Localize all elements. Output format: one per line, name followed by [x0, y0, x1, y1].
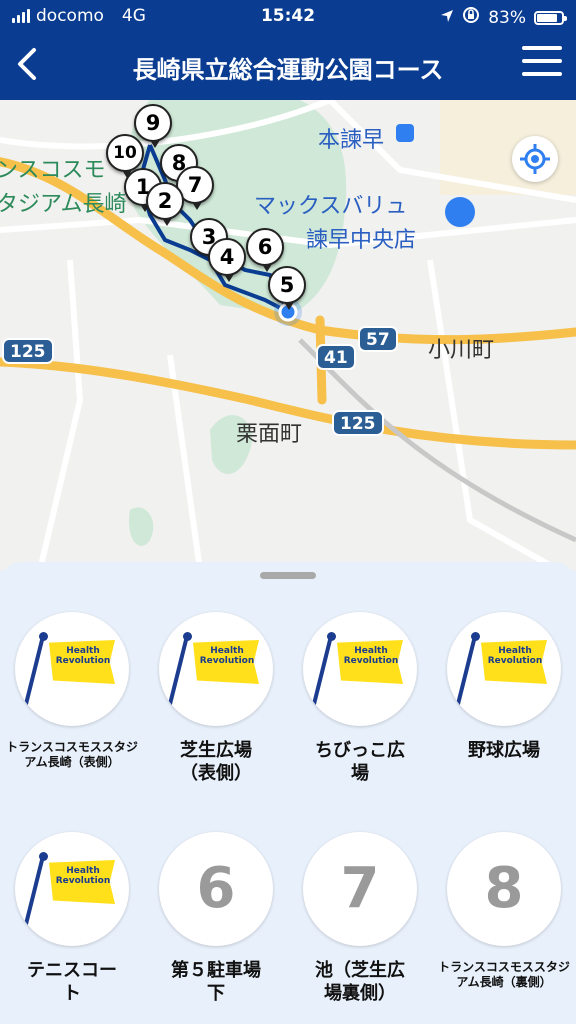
status-right: 83%: [440, 6, 567, 29]
map-label-stadium-2: タジアム長崎: [0, 192, 127, 217]
course-pin-10[interactable]: 10: [106, 134, 144, 178]
spot-flag-circle: Health Revolution: [15, 612, 129, 726]
spot-flag-circle: Health Revolution: [303, 612, 417, 726]
battery-percent: 83%: [488, 7, 526, 28]
spot-flag-circle: Health Revolution: [15, 832, 129, 946]
map-label-maxvalu-1: マックスバリュ: [254, 194, 408, 219]
spot-number: 7: [340, 856, 380, 921]
back-button[interactable]: [8, 42, 48, 86]
course-pin-2[interactable]: 2: [146, 182, 184, 226]
spot-item[interactable]: Health Revolution 芝生広場（表側）: [144, 612, 288, 785]
hamburger-menu-icon: [522, 46, 562, 76]
spot-number: 8: [484, 856, 524, 921]
spot-item[interactable]: 8 トランスコスモススタジアム長崎（裏側）: [432, 832, 576, 990]
spot-number-circle: 8: [447, 832, 561, 946]
spot-label: 池（芝生広場裏側）: [315, 960, 405, 1004]
map-label-ogawa: 小川町: [428, 338, 495, 363]
health-revolution-flag-icon: Health Revolution: [23, 632, 119, 708]
chevron-left-icon: [18, 48, 36, 80]
map-label-stadium-1: ンスコスモ: [0, 158, 106, 183]
spot-label: ちびっこ広場: [315, 740, 405, 784]
spot-item[interactable]: 6 第５駐車場下: [144, 832, 288, 1005]
map-label-honisahaya: 本諫早: [318, 128, 385, 153]
spot-label: 芝生広場（表側）: [180, 740, 252, 784]
spot-label: トランスコスモススタジアム長崎（表側）: [6, 740, 138, 769]
spot-label: トランスコスモススタジアム長崎（裏側）: [438, 960, 570, 989]
course-pin-4[interactable]: 4: [208, 238, 246, 282]
spot-item[interactable]: Health Revolution ちびっこ広場: [288, 612, 432, 785]
location-arrow-icon: [440, 8, 454, 28]
health-revolution-flag-icon: Health Revolution: [23, 852, 119, 928]
spot-number-circle: 6: [159, 832, 273, 946]
spot-label: テニスコート: [27, 960, 117, 1004]
spot-number: 6: [196, 856, 236, 921]
sheet-drag-handle[interactable]: [260, 572, 316, 579]
spot-number-circle: 7: [303, 832, 417, 946]
spot-sheet: Health Revolution トランスコスモススタジアム長崎（表側） Heal…: [0, 562, 576, 1024]
route-shield: 41: [316, 344, 356, 370]
page-title: 長崎県立総合運動公園コース: [132, 56, 444, 84]
map-label-kurimen: 栗面町: [236, 422, 303, 447]
spot-flag-circle: Health Revolution: [159, 612, 273, 726]
spot-item[interactable]: Health Revolution トランスコスモススタジアム長崎（表側）: [0, 612, 144, 770]
locate-button[interactable]: [512, 136, 558, 182]
header: 長崎県立総合運動公園コース: [0, 32, 576, 100]
course-pin-6[interactable]: 6: [246, 228, 284, 272]
map-label-maxvalu-2: 諫早中央店: [306, 228, 417, 253]
route-shield: 125: [2, 338, 54, 364]
flag-text: Health Revolution: [55, 866, 111, 886]
spot-item[interactable]: 7 池（芝生広場裏側）: [288, 832, 432, 1005]
spot-label: 第５駐車場下: [171, 960, 261, 1004]
health-revolution-flag-icon: Health Revolution: [167, 632, 263, 708]
course-pin-5[interactable]: 5: [268, 266, 306, 310]
route-shield: 57: [358, 326, 398, 352]
spot-item[interactable]: Health Revolution 野球広場: [432, 612, 576, 763]
course-pin-9[interactable]: 9: [134, 104, 172, 148]
status-bar: docomo 4G 15:42 83%: [0, 0, 576, 32]
menu-button[interactable]: [522, 46, 562, 82]
flag-text: Health Revolution: [55, 646, 111, 666]
crosshair-icon: [520, 144, 550, 174]
battery-icon: [534, 10, 567, 25]
spot-item[interactable]: Health Revolution テニスコート: [0, 832, 144, 1005]
flag-text: Health Revolution: [199, 646, 255, 666]
route-shield: 125: [332, 410, 384, 436]
health-revolution-flag-icon: Health Revolution: [311, 632, 407, 708]
map-view[interactable]: 本諫早 マックスバリュ 諫早中央店 小川町 栗面町 ンスコスモ タジアム長崎 1…: [0, 100, 576, 570]
flag-text: Health Revolution: [487, 646, 543, 666]
spot-label: 野球広場: [468, 740, 540, 761]
rotation-lock-icon: [462, 6, 480, 29]
top-bar: docomo 4G 15:42 83% 長崎県立総合運動公園コース: [0, 0, 576, 100]
spot-flag-circle: Health Revolution: [447, 612, 561, 726]
flag-text: Health Revolution: [343, 646, 399, 666]
health-revolution-flag-icon: Health Revolution: [455, 632, 551, 708]
